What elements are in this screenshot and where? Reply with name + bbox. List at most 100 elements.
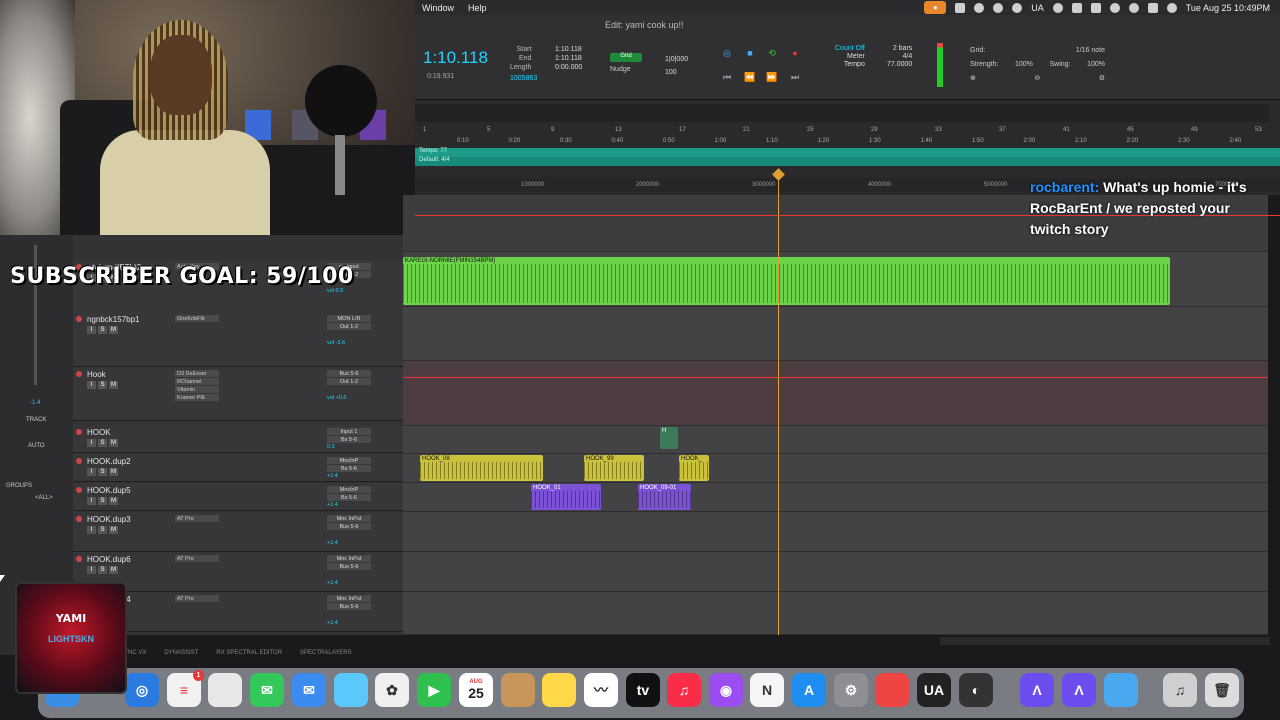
record-arm-icon[interactable] (76, 429, 82, 435)
track-lane[interactable] (403, 512, 1268, 552)
io-selector[interactable]: Bus 5-6 (327, 563, 371, 570)
mute-button[interactable]: M (109, 566, 118, 574)
solo-button[interactable]: S (98, 526, 107, 534)
audio-clip[interactable]: HOOK_08 (420, 455, 543, 481)
audio-clip[interactable]: HOOK_01 (531, 484, 601, 510)
meter-ruler[interactable]: Default: 4/4 (415, 157, 1280, 166)
system-settings-icon[interactable]: ⚙ (834, 673, 868, 707)
mini-timeline[interactable] (415, 104, 1270, 122)
grid-value[interactable]: 1|0|000 (665, 53, 688, 66)
appstore-icon[interactable]: A (792, 673, 826, 707)
groups-all[interactable]: <ALL> (35, 495, 53, 501)
siri-icon[interactable] (1166, 2, 1177, 13)
track-header[interactable]: HOOK.dup2 I S M MnclnP Bs 5-6 +1.4 (73, 454, 403, 482)
bars-ruler[interactable]: 1 5 9 13 17 21 25 29 33 37 41 45 49 53 (415, 125, 1280, 136)
track-name[interactable]: HOOK.dup6 (87, 555, 131, 564)
record-arm-icon[interactable] (76, 371, 82, 377)
ua-console-icon[interactable]: ◐ (959, 673, 993, 707)
solo-button[interactable]: S (98, 439, 107, 447)
settings-gear-icon[interactable]: ⚙ (1099, 74, 1105, 82)
solo-button[interactable]: S (98, 566, 107, 574)
mute-button[interactable]: M (109, 326, 118, 334)
tab-rx-spectral-editor[interactable]: RX SPECTRAL EDITOR (216, 650, 282, 662)
audio-clip[interactable]: HOOK_99 (584, 455, 644, 481)
chrome-icon[interactable] (208, 673, 242, 707)
track-volume[interactable]: +1.4 (327, 620, 371, 626)
record-arm-icon[interactable] (76, 487, 82, 493)
tab-dynassist[interactable]: DYNASSIST (164, 650, 198, 662)
input-monitor-button[interactable]: I (87, 381, 96, 389)
io-selector[interactable]: MON L/R (327, 315, 371, 322)
track-volume[interactable]: vol -3.6 (327, 340, 371, 346)
safari-icon[interactable]: ◎ (125, 673, 159, 707)
track-lane[interactable] (403, 552, 1268, 592)
track-header[interactable]: Hook I S M D3 DeEsser RChannel Vitamin Kramer P… (73, 367, 403, 421)
track-name[interactable]: HOOK.dup2 (87, 457, 131, 466)
battery-icon[interactable] (1090, 2, 1101, 13)
status-icon[interactable] (1012, 2, 1023, 13)
search-icon[interactable] (1128, 2, 1139, 13)
input-monitor-button[interactable]: I (87, 566, 96, 574)
io-selector[interactable]: Bs 5-6 (327, 436, 371, 443)
end-value[interactable]: 1:10.118 (555, 54, 582, 63)
rewind-to-start-icon[interactable]: ⏮ (720, 71, 734, 83)
protools-icon-2[interactable]: Λ (1062, 673, 1096, 707)
solo-button[interactable]: S (98, 381, 107, 389)
music-folder-icon[interactable]: ♫ (1163, 673, 1197, 707)
status-icon[interactable] (993, 2, 1004, 13)
track-lane[interactable] (403, 592, 1268, 635)
loop-icon[interactable]: ◎ (720, 47, 734, 59)
insert-slot[interactable]: AT Pro (175, 595, 219, 602)
io-selector[interactable]: MnclnP (327, 486, 371, 493)
mute-button[interactable]: M (109, 439, 118, 447)
insert-slot[interactable]: OneKnbFltr (175, 315, 219, 322)
notes-icon[interactable] (542, 673, 576, 707)
io-selector[interactable]: Bs 5-6 (327, 465, 371, 472)
track-name[interactable]: HOOK.dup3 (87, 515, 131, 524)
horizontal-scrollbar[interactable] (940, 637, 1270, 645)
input-monitor-button[interactable]: I (87, 439, 96, 447)
io-selector[interactable]: Bus 5-6 (327, 603, 371, 610)
record-icon[interactable]: ● (788, 47, 802, 59)
m-icon[interactable] (1052, 2, 1063, 13)
track-volume[interactable]: vol +0.6 (327, 395, 371, 401)
rewind-icon[interactable]: ⏪ (743, 71, 757, 83)
track-name[interactable]: ngnbck157bp1 (87, 315, 140, 324)
freeform-icon[interactable]: 〰 (584, 673, 618, 707)
zoom-in-icon[interactable]: ⊕ (970, 74, 976, 82)
wifi-icon[interactable] (1109, 2, 1120, 13)
facetime-icon[interactable]: ▶ (417, 673, 451, 707)
nudge-label[interactable]: Nudge (610, 66, 631, 73)
main-counter[interactable]: 1:10.118 (423, 48, 488, 68)
mute-button[interactable]: M (109, 497, 118, 505)
grid-panel-value[interactable]: 1/16 note (1076, 47, 1105, 54)
fast-forward-icon[interactable]: ⏩ (765, 71, 779, 83)
track-volume[interactable]: +1.4 (327, 540, 371, 546)
insert-slot[interactable]: AT Pro (175, 515, 219, 522)
podcasts-icon[interactable]: ◉ (709, 673, 743, 707)
track-volume[interactable]: +1.4 (327, 473, 371, 479)
io-selector[interactable]: Out 1-2 (327, 323, 371, 330)
status-icon[interactable] (974, 2, 985, 13)
input-monitor-button[interactable]: I (87, 326, 96, 334)
record-arm-icon[interactable] (76, 516, 82, 522)
record-arm-icon[interactable] (76, 316, 82, 322)
track-volume[interactable]: 0.0 (327, 444, 371, 450)
audio-clip[interactable]: KAREGI-NORMIE(FMIN154BPM) (403, 257, 1170, 305)
menu-help[interactable]: Help (461, 3, 494, 13)
calendar-icon[interactable]: AUG 25 (459, 673, 493, 707)
ua-connect-icon[interactable]: UA (917, 673, 951, 707)
record-arm-icon[interactable] (76, 556, 82, 562)
start-value[interactable]: 1:10.118 (555, 45, 582, 54)
insert-slot[interactable]: RChannel (175, 378, 219, 385)
swing-value[interactable]: 100% (1087, 61, 1105, 68)
io-selector[interactable]: Mnc InPut (327, 555, 371, 562)
solo-button[interactable]: S (98, 326, 107, 334)
menu-window[interactable]: Window (415, 3, 461, 13)
track-name[interactable]: HOOK.dup5 (87, 486, 131, 495)
mute-button[interactable]: M (109, 381, 118, 389)
audio-clip[interactable]: H (660, 427, 678, 449)
solo-button[interactable]: S (98, 468, 107, 476)
length-value[interactable]: 0:00.000 (555, 63, 582, 72)
trash-icon[interactable]: 🗑 (1205, 673, 1239, 707)
